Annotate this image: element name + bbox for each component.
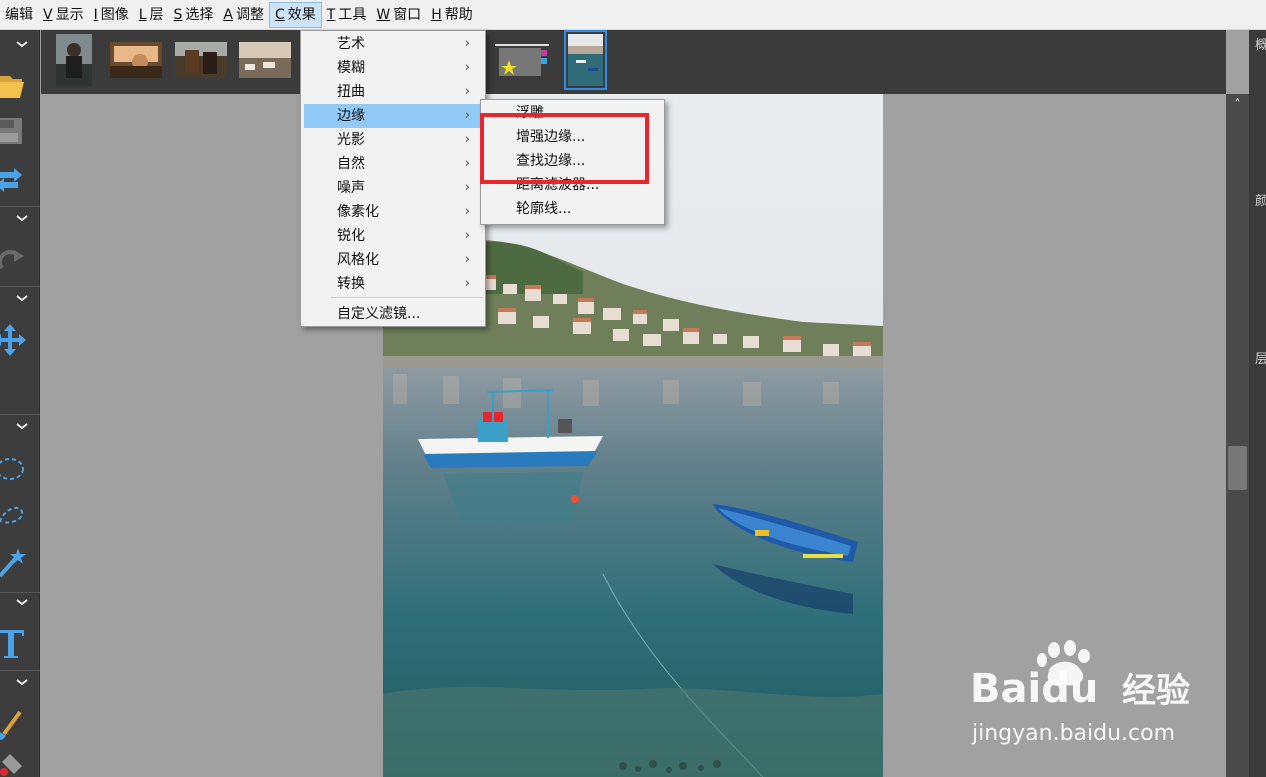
collapse-chevron-icon[interactable] [14,676,30,688]
right-side-panel: 概 颜 层 [1249,30,1266,777]
submenu-arrow-icon: › [464,156,470,171]
submenu-arrow-icon: › [464,84,470,99]
menu-item-sharpen[interactable]: 锐化 › [304,224,482,248]
menu-adjust[interactable]: A 调整 [218,2,269,28]
menu-item-natural[interactable]: 自然 › [304,152,482,176]
collapse-chevron-icon[interactable] [14,292,30,304]
ellipse-select-icon[interactable] [0,454,40,484]
effects-menu: 艺术 › 模糊 › 扭曲 › 边缘 › 光影 › 自然 › 噪声 › 像素化 › 锐化 › 风格化… [300,30,486,327]
menu-image[interactable]: I 图像 [89,2,134,28]
svg-text:Baidu: Baidu [970,666,1098,712]
menu-item-noise[interactable]: 噪声 › [304,176,482,200]
submenu-arrow-icon: › [464,252,470,267]
panel-tab-layers[interactable]: 层 [1255,348,1266,367]
svg-text:经验: 经验 [1122,671,1190,711]
thumb-car-interior[interactable] [110,42,162,78]
collapse-chevron-icon[interactable] [14,38,30,50]
image-thumbnail-strip [41,30,1226,94]
collapse-chevron-icon[interactable] [14,420,30,432]
submenu-arrow-icon: › [464,60,470,75]
menu-separator [331,297,483,298]
toolbar-divider [0,670,40,671]
menu-item-custom-filter[interactable]: 自定义滤镜... [304,302,482,326]
menu-item-transform[interactable]: 转换 › [304,272,482,296]
move-tool-icon[interactable] [0,322,40,358]
annotation-highlight-box [480,113,649,184]
menu-layer[interactable]: L层 [134,2,169,28]
baidu-jingyan-watermark: Baidu 经验 jingyan.baidu.com [970,640,1190,746]
menu-view[interactable]: V 显示 [38,2,89,28]
menu-item-distort[interactable]: 扭曲 › [304,80,482,104]
menu-tools[interactable]: T 工具 [322,2,372,28]
menu-item-stylize[interactable]: 风格化 › [304,248,482,272]
vertical-scrollbar[interactable]: ˄ [1226,94,1249,777]
menu-item-edge[interactable]: 边缘 › [304,104,482,128]
submenu-arrow-icon: › [464,276,470,291]
toolbar-divider [0,592,40,593]
thumb-horses[interactable] [175,42,227,78]
thumb-harbor-boats[interactable] [564,30,607,90]
menu-help[interactable]: H 帮助 [426,2,478,28]
toolbar-divider [0,206,40,207]
toolbar-divider [0,286,40,287]
thumb-new-image[interactable] [495,42,549,78]
submenu-arrow-icon: › [464,36,470,51]
lasso-select-icon[interactable] [0,500,40,530]
collapse-chevron-icon[interactable] [14,596,30,608]
submenu-arrow-icon: › [464,132,470,147]
panel-tab-overview[interactable]: 概 [1255,34,1266,53]
thumb-person-portrait[interactable] [56,34,92,86]
submenu-arrow-icon: › [464,228,470,243]
menu-item-pixelate[interactable]: 像素化 › [304,200,482,224]
svg-text:jingyan.baidu.com: jingyan.baidu.com [971,721,1175,746]
tool-palette [0,30,40,777]
thumb-hillside-town[interactable] [239,42,291,78]
menu-item-artistic[interactable]: 艺术 › [304,32,482,56]
menu-bar: 编辑 V 显示 I 图像 L层 S 选择 A 调整 C 效果 T 工具 W 窗口 H 帮助 [0,0,1266,30]
text-tool-icon[interactable] [0,626,40,662]
brush-tool-icon[interactable] [0,706,40,742]
scroll-up-arrow-icon[interactable]: ˄ [1226,94,1249,116]
collapse-chevron-icon[interactable] [14,212,30,224]
menu-select[interactable]: S 选择 [169,2,219,28]
save-disk-icon[interactable] [0,116,40,146]
submenu-arrow-icon: › [464,108,470,123]
magic-wand-icon[interactable] [0,546,40,580]
scrollbar-thumb[interactable] [1228,446,1247,490]
submenu-arrow-icon: › [464,180,470,195]
fill-tool-icon[interactable] [0,754,40,777]
menu-effects[interactable]: C 效果 [269,1,322,28]
menu-item-light[interactable]: 光影 › [304,128,482,152]
toolbar-divider [0,414,40,415]
redo-icon[interactable] [0,246,40,276]
panel-tab-color[interactable]: 颜 [1255,190,1266,209]
menu-window[interactable]: W 窗口 [371,2,426,28]
menu-item-contour[interactable]: 轮廓线... [484,197,660,221]
menu-item-blur[interactable]: 模糊 › [304,56,482,80]
menu-edit[interactable]: 编辑 [0,2,38,28]
transfer-icon[interactable] [0,166,40,196]
submenu-arrow-icon: › [464,204,470,219]
open-folder-icon[interactable] [0,68,40,102]
